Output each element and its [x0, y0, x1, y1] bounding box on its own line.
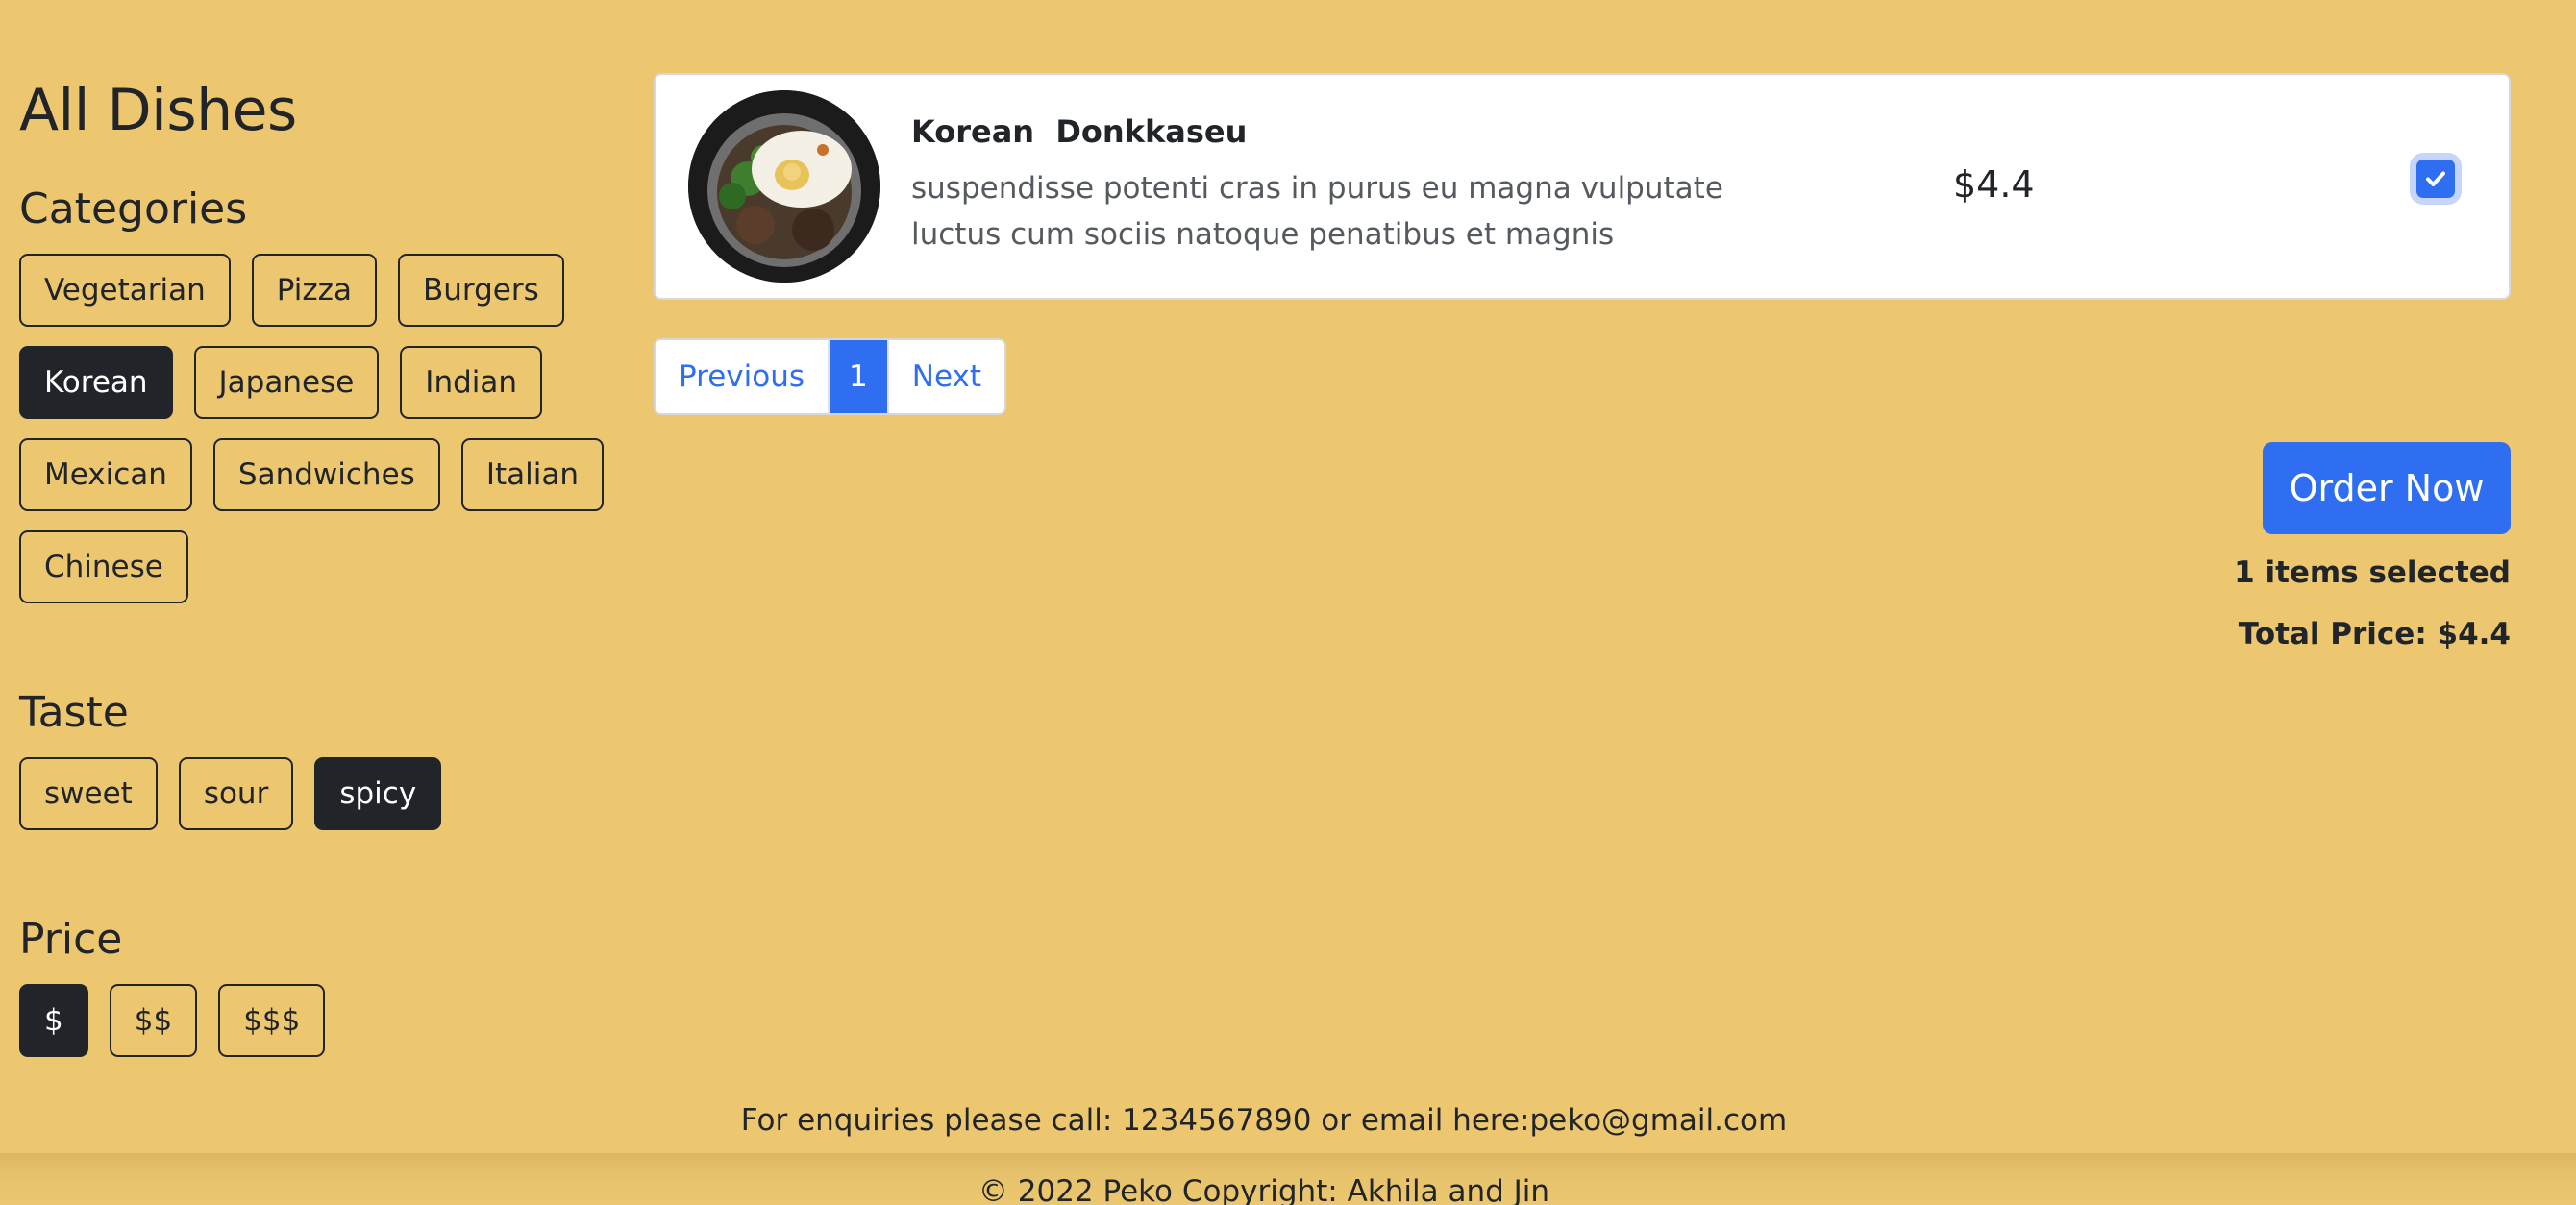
category-korean-button[interactable]: Korean — [19, 346, 173, 419]
next-page-button[interactable]: Next — [888, 340, 1004, 413]
page-title: All Dishes — [19, 77, 297, 144]
filter-sidebar: All Dishes Categories Vegetarian Pizza B… — [19, 67, 634, 1057]
previous-page-button[interactable]: Previous — [656, 340, 830, 413]
price-high-button[interactable]: $$$ — [218, 984, 326, 1057]
category-italian-button[interactable]: Italian — [460, 438, 604, 511]
taste-filter-group: sweet sour spicy — [19, 757, 625, 830]
category-pizza-button[interactable]: Pizza — [251, 254, 377, 327]
footer-copyright: © 2022 Peko Copyright: Akhila and Jin — [978, 1174, 1550, 1205]
taste-heading: Taste — [19, 688, 129, 737]
taste-sour-button[interactable]: sour — [178, 757, 294, 830]
categories-heading: Categories — [19, 184, 248, 234]
dish-select-checkbox[interactable] — [2416, 160, 2455, 198]
category-burgers-button[interactable]: Burgers — [397, 254, 564, 327]
dish-description: suspendisse potenti cras in purus eu mag… — [911, 171, 1723, 252]
dish-card[interactable]: Korean Donkkaseu suspendisse potenti cra… — [654, 73, 2511, 300]
category-vegetarian-button[interactable]: Vegetarian — [19, 254, 231, 327]
category-chinese-button[interactable]: Chinese — [19, 530, 188, 603]
price-heading: Price — [19, 915, 123, 964]
dish-price: $4.4 — [1953, 163, 2035, 206]
checkmark-icon — [2426, 171, 2445, 186]
category-filter-group: Vegetarian Pizza Burgers Korean Japanese… — [19, 254, 625, 603]
total-price: Total Price: $4.4 — [2238, 617, 2511, 652]
category-sandwiches-button[interactable]: Sandwiches — [212, 438, 440, 511]
price-medium-button[interactable]: $$ — [109, 984, 198, 1057]
footer-bar: © 2022 Peko Copyright: Akhila and Jin — [0, 1153, 2576, 1205]
food-bowl-photo — [688, 90, 880, 283]
price-low-button[interactable]: $ — [19, 984, 88, 1057]
price-filter-group: $ $$ $$$ — [19, 984, 625, 1057]
order-now-button[interactable]: Order Now — [2263, 442, 2511, 534]
dish-name: Korean Donkkaseu — [911, 113, 1248, 150]
footer-contact: For enquiries please call: 1234567890 or… — [740, 1103, 1788, 1138]
page-1-button[interactable]: 1 — [830, 340, 889, 413]
taste-spicy-button[interactable]: spicy — [314, 757, 442, 830]
category-mexican-button[interactable]: Mexican — [19, 438, 192, 511]
category-indian-button[interactable]: Indian — [400, 346, 543, 419]
category-japanese-button[interactable]: Japanese — [193, 346, 380, 419]
items-selected-count: 1 items selected — [2234, 555, 2511, 590]
taste-sweet-button[interactable]: sweet — [19, 757, 158, 830]
pagination: Previous 1 Next — [654, 338, 1006, 415]
